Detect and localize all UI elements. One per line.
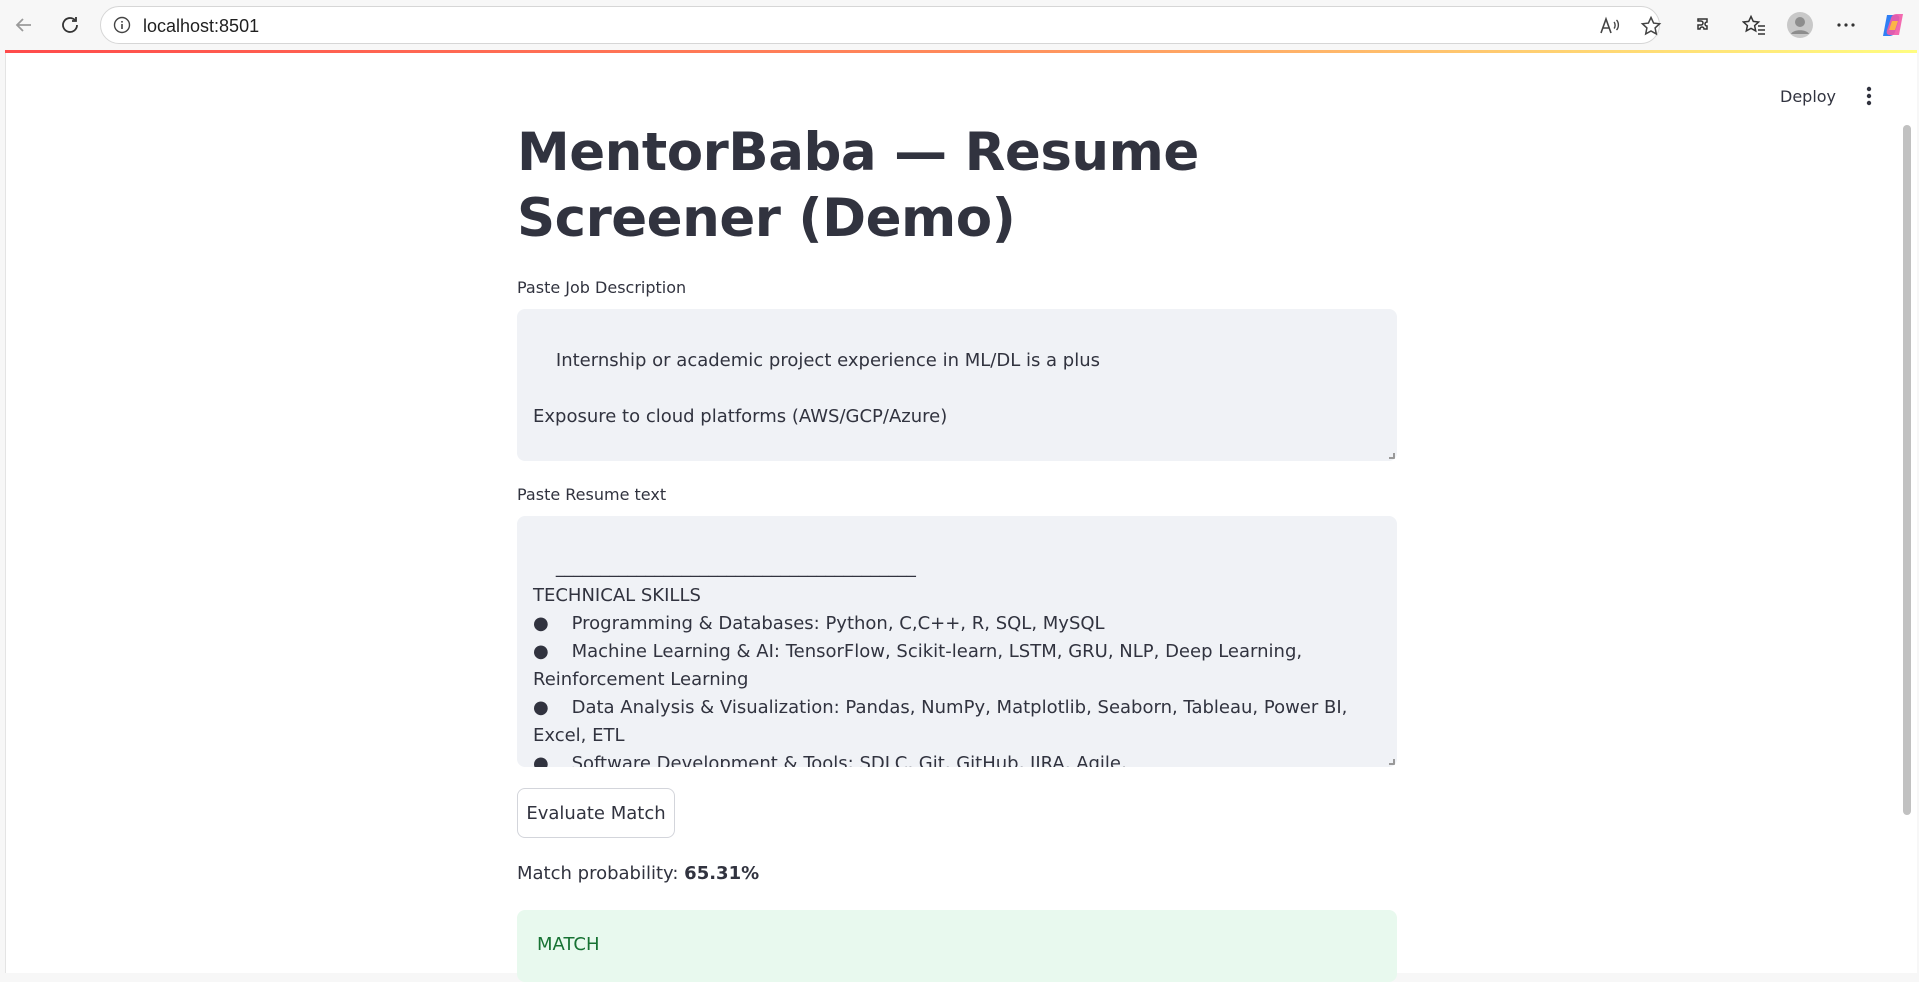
resume-text: ________________________________________… [533,557,1348,767]
profile-avatar-icon[interactable] [1784,9,1816,41]
resize-grip[interactable] [1389,759,1395,765]
url-text[interactable]: localhost:8501 [143,16,259,37]
extensions-icon[interactable] [1688,9,1720,41]
main-menu-button[interactable] [1855,82,1883,110]
page-title: MentorBaba — Resume Screener (Demo) [517,122,1199,249]
scrollbar[interactable] [1903,125,1911,815]
match-probability-value: 65.31% [684,863,760,884]
more-options-icon[interactable] [1830,9,1862,41]
back-button[interactable] [8,9,40,41]
match-probability-label: Match probability: [517,863,685,884]
resize-grip[interactable] [1389,453,1395,459]
resume-label: Paste Resume text [517,485,667,504]
resume-textarea[interactable]: ________________________________________… [517,516,1397,767]
arrow-left-icon [15,18,31,32]
job-description-label: Paste Job Description [517,278,687,297]
deploy-button[interactable]: Deploy [1772,82,1844,110]
address-bar[interactable]: localhost:8501 [100,6,1663,44]
match-result-alert: MATCH [517,910,1397,982]
match-result-text: MATCH [537,934,600,955]
reload-icon [62,17,78,33]
favorite-star-icon[interactable] [1639,14,1663,38]
match-probability: Match probability: 65.31% [517,863,759,884]
evaluate-match-button[interactable]: Evaluate Match [517,788,675,838]
favorites-icon[interactable] [1738,9,1770,41]
read-aloud-icon[interactable] [1597,14,1621,38]
main-content: MentorBaba — Resume Screener (Demo) Past… [517,120,1397,982]
decoration-bar [5,50,1917,53]
info-icon[interactable] [113,16,131,34]
browser-toolbar: localhost:8501 [0,0,1919,50]
job-description-textarea[interactable]: Internship or academic project experienc… [517,309,1397,461]
copilot-icon[interactable] [1877,9,1909,41]
job-description-text: Internship or academic project experienc… [533,350,1101,427]
kebab-menu-icon [1866,86,1872,106]
reload-button[interactable] [54,9,86,41]
